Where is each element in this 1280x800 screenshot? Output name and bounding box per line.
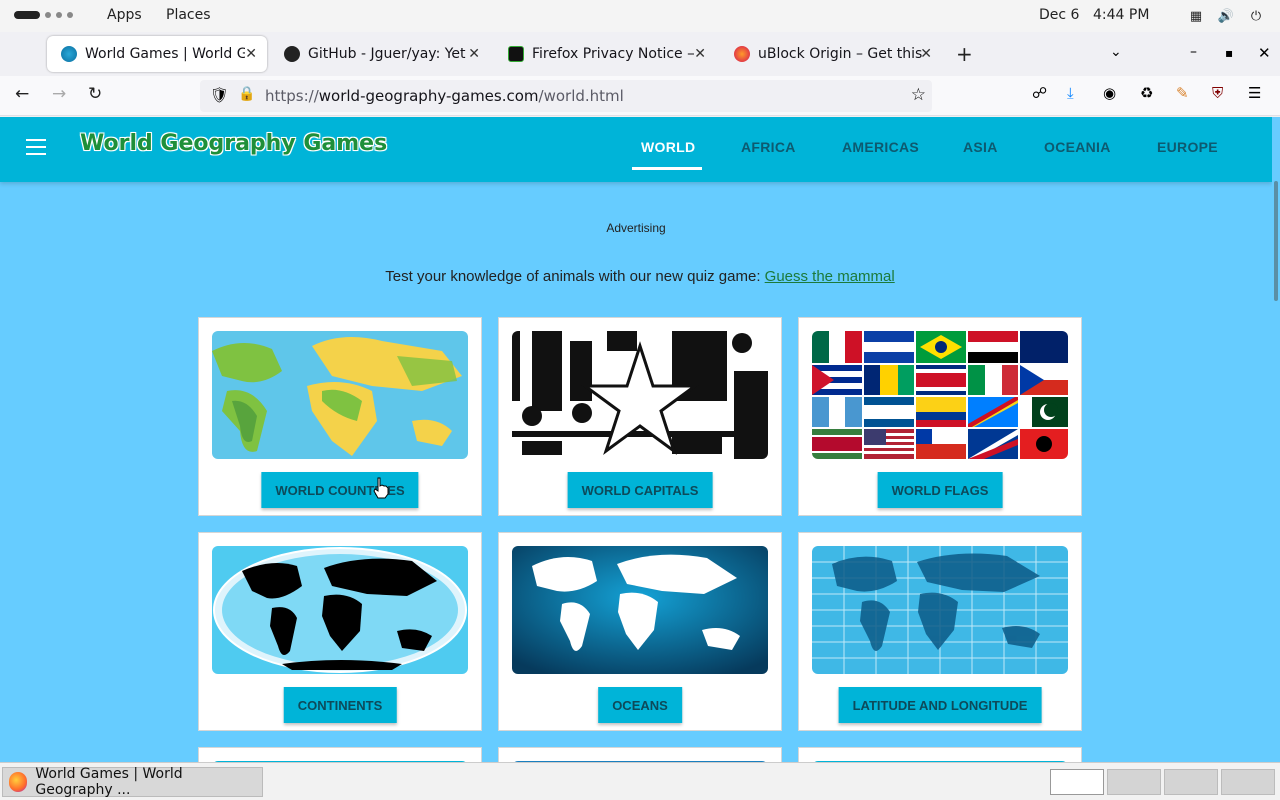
nav-active-underline [632,167,702,170]
world-capitals-image[interactable] [512,331,768,459]
firefox-icon [9,772,28,792]
tab-world-games[interactable]: World Games | World Ge ✕ [47,36,267,72]
new-tab-button[interactable]: + [956,42,973,66]
places-menu[interactable]: Places [166,7,211,23]
power-icon[interactable]: ⏻ [1248,8,1264,24]
downloads-icon[interactable]: ⤓ [1067,84,1074,102]
terminal-icon [508,46,524,62]
close-tab-icon[interactable]: ✕ [694,46,706,62]
latitude-longitude-button[interactable]: LATITUDE AND LONGITUDE [838,687,1042,723]
card-continents: CONTINENTS [198,532,482,731]
card-world-capitals: WORLD CAPITALS [498,317,782,516]
tab-title: World Games | World Ge [85,46,245,62]
url-bar[interactable]: 🛡 🔒 https://world-geography-games.com/wo… [200,80,932,112]
continents-button[interactable]: CONTINENTS [283,687,397,723]
card-partial [798,747,1082,762]
github-icon [284,46,300,62]
close-tab-icon[interactable]: ✕ [920,46,932,62]
url-text[interactable]: https://world-geography-games.com/world.… [265,87,624,105]
tab-bar: ▣ World Games | World Ge ✕ GitHub - Jgue… [0,32,1280,96]
bookmark-star-icon[interactable]: ☆ [911,85,926,105]
tab-privacy-notice[interactable]: Firefox Privacy Notice — ✕ [494,36,716,72]
page-scrollbar[interactable] [1272,117,1280,762]
back-arrow-icon[interactable]: ← [15,84,29,104]
clock-date[interactable]: Dec 6 [1039,7,1079,23]
account-icon[interactable]: ◉ [1103,84,1116,102]
tab-title: GitHub - Jguer/yay: Yet a [308,46,470,62]
tracking-shield-icon[interactable]: 🛡 [210,86,229,104]
app-menu-icon[interactable]: ☰ [1248,84,1261,102]
nav-oceania[interactable]: OCEANIA [1044,139,1111,155]
promo-text: Test your knowledge of animals with our … [385,268,895,285]
window-close-button[interactable]: ✕ [1258,44,1271,62]
taskbar-window-title: World Games | World Geography ... [35,766,183,798]
nav-americas[interactable]: AMERICAS [842,139,919,155]
web-page: World Geography Games WORLD AFRICA AMERI… [0,117,1272,762]
card-oceans: OCEANS [498,532,782,731]
world-capitals-button[interactable]: WORLD CAPITALS [567,472,713,508]
apps-menu[interactable]: Apps [107,7,142,23]
globe-icon [61,46,77,62]
volume-icon[interactable]: 🔊 [1218,8,1234,24]
card-partial [498,747,782,762]
card-world-countries: WORLD COUNTRIES [198,317,482,516]
navigation-toolbar: ← → ↻ 🛡 🔒 https://world-geography-games.… [0,76,1280,116]
world-flags-image[interactable] [812,331,1068,459]
world-countries-button[interactable]: WORLD COUNTRIES [261,472,419,508]
pocket-icon[interactable]: ☍ [1032,84,1047,102]
oceans-image[interactable] [512,546,768,674]
site-logo[interactable]: World Geography Games [79,131,387,157]
advertising-label: Advertising [606,221,666,235]
workspace-1[interactable] [1050,769,1104,795]
list-all-tabs-chevron-icon[interactable]: ⌄ [1110,44,1122,60]
oceans-button[interactable]: OCEANS [598,687,682,723]
hand-cursor-icon [373,477,389,499]
taskbar-window-firefox[interactable]: World Games | World Geography ... [2,766,263,798]
window-minimize-button[interactable]: – [1190,44,1197,60]
card-partial [198,747,482,762]
guess-the-mammal-link[interactable]: Guess the mammal [765,268,895,285]
reload-icon[interactable]: ↻ [88,84,102,104]
tab-title: uBlock Origin – Get this E [758,46,922,62]
nav-asia[interactable]: ASIA [963,139,998,155]
tab-ublock[interactable]: uBlock Origin – Get this E ✕ [720,36,942,72]
tab-title: Firefox Privacy Notice — [532,46,694,62]
card-latitude-longitude: LATITUDE AND LONGITUDE [798,532,1082,731]
firefox-icon [734,46,750,62]
nav-europe[interactable]: EUROPE [1157,139,1218,155]
close-tab-icon[interactable]: ✕ [245,46,257,62]
hamburger-menu-icon[interactable] [26,139,46,160]
close-tab-icon[interactable]: ✕ [468,46,480,62]
extensions-icon[interactable]: ♻ [1140,84,1153,102]
lock-icon[interactable]: 🔒 [238,86,255,102]
window-taskbar: World Games | World Geography ... [0,762,1280,800]
continents-image[interactable] [212,546,468,674]
system-top-bar: Apps Places Dec 6 4:44 PM ▦ 🔊 ⏻ [0,0,1280,32]
clock-time[interactable]: 4:44 PM [1093,7,1149,23]
workspace-2[interactable] [1107,769,1161,795]
ublock-icon[interactable]: ⛨ [1212,84,1223,102]
workspace-3[interactable] [1164,769,1218,795]
workspace-4[interactable] [1221,769,1275,795]
card-world-flags: WORLD FLAGS [798,317,1082,516]
world-flags-button[interactable]: WORLD FLAGS [877,472,1003,508]
nav-africa[interactable]: AFRICA [741,139,796,155]
nav-world[interactable]: WORLD [641,139,695,155]
world-countries-image[interactable] [212,331,468,459]
latitude-longitude-image[interactable] [812,546,1068,674]
activities-indicator[interactable] [14,11,73,19]
network-icon[interactable]: ▦ [1188,8,1204,24]
extension-badge-icon[interactable]: ✎ [1176,84,1189,102]
site-header: World Geography Games WORLD AFRICA AMERI… [0,117,1272,182]
window-maximize-button[interactable]: ▪ [1225,46,1233,60]
tab-github[interactable]: GitHub - Jguer/yay: Yet a ✕ [270,36,490,72]
forward-arrow-icon[interactable]: → [52,84,66,104]
